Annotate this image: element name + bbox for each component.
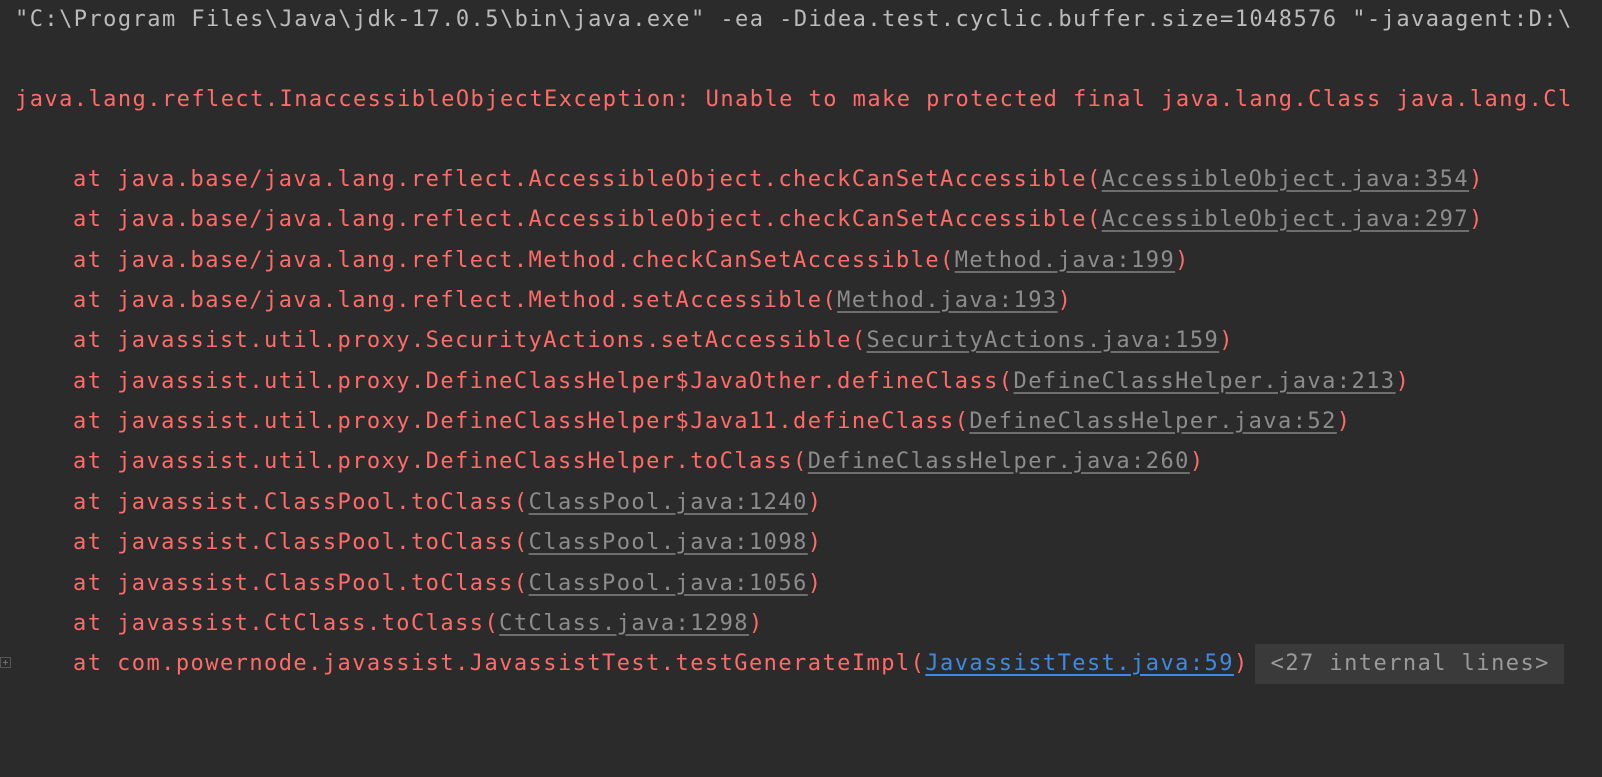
stack-frame: at javassist.ClassPool.toClass(ClassPool… bbox=[73, 564, 822, 604]
stack-frame: at java.base/java.lang.reflect.Method.se… bbox=[73, 281, 1072, 321]
run-console-output: "C:\Program Files\Java\jdk-17.0.5\bin\ja… bbox=[0, 0, 1602, 777]
source-link-user[interactable]: JavassistTest.java:59 bbox=[925, 651, 1234, 676]
source-link[interactable]: SecurityActions.java:159 bbox=[867, 328, 1220, 353]
stack-frame-method: at javassist.CtClass.toClass( bbox=[73, 611, 500, 636]
source-link[interactable]: DefineClassHelper.java:260 bbox=[808, 449, 1190, 474]
stack-frame-method: at java.base/java.lang.reflect.Method.ch… bbox=[73, 248, 955, 273]
expand-fold-icon[interactable] bbox=[0, 657, 11, 668]
stack-frame-close: ) bbox=[807, 530, 823, 555]
source-link[interactable]: AccessibleObject.java:354 bbox=[1102, 167, 1469, 192]
stack-frame-method: at com.powernode.javassist.JavassistTest… bbox=[73, 651, 926, 676]
stack-frame-method: at java.base/java.lang.reflect.Accessibl… bbox=[73, 167, 1102, 192]
command-line: "C:\Program Files\Java\jdk-17.0.5\bin\ja… bbox=[15, 7, 1573, 32]
stack-frame-close: ) bbox=[807, 571, 823, 596]
stack-frame-method: at javassist.util.proxy.SecurityActions.… bbox=[73, 328, 867, 353]
stack-frame-close: ) bbox=[749, 611, 764, 636]
stack-frame-close: ) bbox=[1189, 449, 1205, 474]
stack-frame: at javassist.ClassPool.toClass(ClassPool… bbox=[73, 483, 822, 523]
source-link[interactable]: ClassPool.java:1056 bbox=[529, 571, 808, 596]
stack-frame-method: at javassist.ClassPool.toClass( bbox=[73, 571, 529, 596]
stack-frame: at java.base/java.lang.reflect.Accessibl… bbox=[73, 200, 1484, 240]
stack-frame-close: ) bbox=[1057, 288, 1073, 313]
source-link[interactable]: DefineClassHelper.java:213 bbox=[1014, 369, 1396, 394]
stack-frame-method: at java.base/java.lang.reflect.Method.se… bbox=[73, 288, 838, 313]
stack-frame-user-code: at com.powernode.javassist.JavassistTest… bbox=[73, 644, 1564, 684]
exception-message: java.lang.reflect.InaccessibleObjectExce… bbox=[15, 87, 1573, 112]
stack-frame: at javassist.util.proxy.DefineClassHelpe… bbox=[73, 362, 1410, 402]
stack-frame-close: ) bbox=[1175, 248, 1190, 273]
stack-frame-close: ) bbox=[1469, 207, 1484, 232]
stack-frame: at javassist.util.proxy.SecurityActions.… bbox=[73, 321, 1234, 361]
stack-frame-method: at javassist.ClassPool.toClass( bbox=[73, 530, 529, 555]
stack-frame: at javassist.CtClass.toClass(CtClass.jav… bbox=[73, 604, 764, 644]
stack-frame-method: at java.base/java.lang.reflect.Accessibl… bbox=[73, 207, 1102, 232]
source-link[interactable]: ClassPool.java:1240 bbox=[529, 490, 808, 515]
source-link[interactable]: AccessibleObject.java:297 bbox=[1102, 207, 1469, 232]
stack-frame-method: at javassist.util.proxy.DefineClassHelpe… bbox=[73, 409, 970, 434]
stack-frame-close: ) bbox=[807, 490, 823, 515]
source-link[interactable]: DefineClassHelper.java:52 bbox=[969, 409, 1336, 434]
internal-lines-fold[interactable]: <27 internal lines> bbox=[1254, 644, 1564, 684]
stack-frame-method: at javassist.util.proxy.DefineClassHelpe… bbox=[73, 369, 1014, 394]
source-link[interactable]: ClassPool.java:1098 bbox=[529, 530, 808, 555]
stack-frame: at java.base/java.lang.reflect.Accessibl… bbox=[73, 160, 1484, 200]
source-link[interactable]: Method.java:199 bbox=[955, 248, 1175, 273]
stack-frame-close: ) bbox=[1336, 409, 1352, 434]
source-link[interactable]: Method.java:193 bbox=[837, 288, 1057, 313]
stack-frame-close: ) bbox=[1469, 167, 1484, 192]
stack-frame: at javassist.util.proxy.DefineClassHelpe… bbox=[73, 442, 1205, 482]
stack-frame: at javassist.util.proxy.DefineClassHelpe… bbox=[73, 402, 1352, 442]
stack-frame: at java.base/java.lang.reflect.Method.ch… bbox=[73, 241, 1190, 281]
stack-frame: at javassist.ClassPool.toClass(ClassPool… bbox=[73, 523, 822, 563]
source-link[interactable]: CtClass.java:1298 bbox=[499, 611, 749, 636]
stack-frame-close: ) bbox=[1219, 328, 1234, 353]
stack-frame-method: at javassist.ClassPool.toClass( bbox=[73, 490, 529, 515]
stack-frame-close: ) bbox=[1233, 651, 1249, 676]
stack-frame-method: at javassist.util.proxy.DefineClassHelpe… bbox=[73, 449, 808, 474]
stack-frame-close: ) bbox=[1395, 369, 1411, 394]
